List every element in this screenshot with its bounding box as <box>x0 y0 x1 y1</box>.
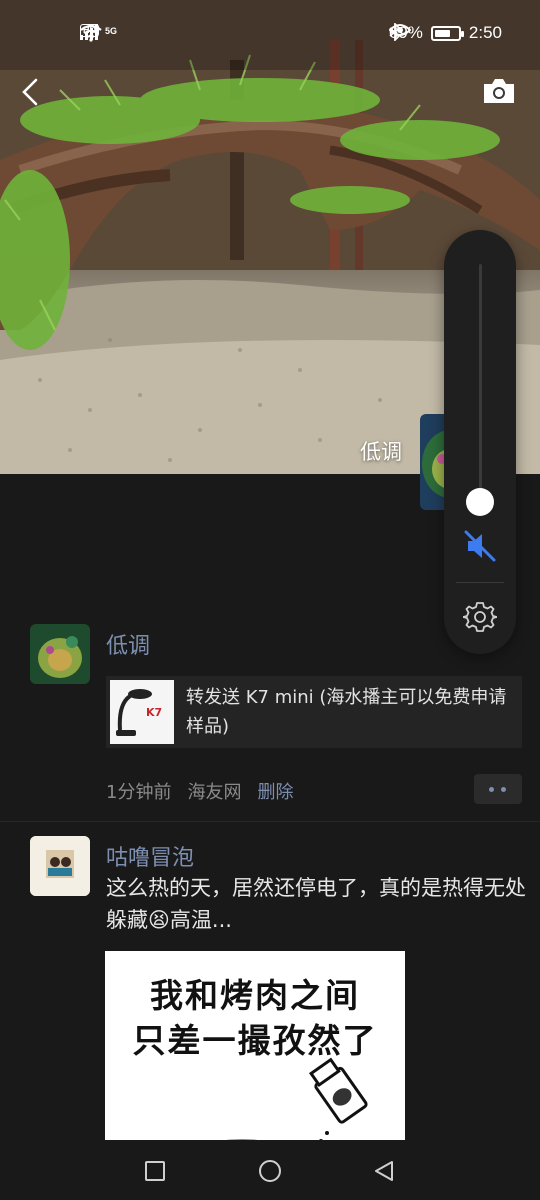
post-text[interactable]: 这么热的天，居然还停电了，真的是热得无处躲藏😫高温... <box>106 872 526 936</box>
volume-panel <box>444 230 516 654</box>
volume-slider[interactable] <box>479 264 482 502</box>
volume-slider-thumb[interactable] <box>466 488 494 516</box>
product-brand-text: K7 <box>146 706 162 719</box>
square-icon <box>145 1161 165 1181</box>
post-source[interactable]: 海友网 <box>187 778 241 804</box>
seasoning-bottle-drawing <box>164 1057 368 1151</box>
status-bar: HD 5G 69% 2:50 <box>0 0 540 68</box>
post-time: 1分钟前 <box>106 782 172 803</box>
back-nav-button[interactable] <box>371 1158 397 1184</box>
battery-fill <box>434 29 451 37</box>
more-actions-button[interactable] <box>474 774 522 804</box>
network-type: 5G <box>105 25 118 36</box>
clock: 2:50 <box>468 23 502 42</box>
post-meta: 1分钟前 海友网 删除 <box>106 778 293 804</box>
cover-user-name[interactable]: 低调 <box>360 436 402 466</box>
battery-icon <box>430 25 464 41</box>
product-lamp-image: K7 <box>110 680 174 744</box>
shared-link-title: 转发送 K7 mini (海水播主可以免费申请样品) <box>186 687 507 737</box>
camera-button[interactable] <box>480 74 518 108</box>
moment-post: 低调 K7 转发送 K7 mini (海水播主可以免费申请样品) 1分钟前 海友… <box>0 620 540 820</box>
avatar-image <box>30 836 90 896</box>
avatar-image <box>30 624 90 684</box>
bluetooth-icon <box>389 23 401 41</box>
avatar[interactable] <box>30 624 90 684</box>
recents-button[interactable] <box>142 1158 168 1184</box>
mute-button[interactable] <box>462 528 498 564</box>
back-button[interactable] <box>14 72 50 112</box>
divider <box>456 582 504 583</box>
camera-icon <box>484 79 514 103</box>
back-icon <box>22 78 38 106</box>
post-author[interactable]: 低调 <box>106 628 150 660</box>
circle-icon <box>259 1160 281 1182</box>
post-author[interactable]: 咕噜冒泡 <box>106 840 194 872</box>
post-image[interactable]: 我和烤肉之间 只差一撮孜然了 <box>105 951 405 1151</box>
delete-button[interactable]: 删除 <box>257 778 293 804</box>
moment-post: 咕噜冒泡 这么热的天，居然还停电了，真的是热得无处躲藏😫高温... 我和烤肉之间… <box>0 834 540 1154</box>
system-navigation-bar <box>0 1140 540 1200</box>
home-button[interactable] <box>257 1158 283 1184</box>
divider <box>0 821 540 822</box>
triangle-back-icon <box>375 1161 393 1181</box>
shared-link-card[interactable]: K7 转发送 K7 mini (海水播主可以免费申请样品) <box>106 676 522 748</box>
avatar[interactable] <box>30 836 90 896</box>
shared-link-thumbnail: K7 <box>110 680 174 744</box>
wifi-icon <box>80 24 102 42</box>
mute-icon <box>464 530 496 562</box>
